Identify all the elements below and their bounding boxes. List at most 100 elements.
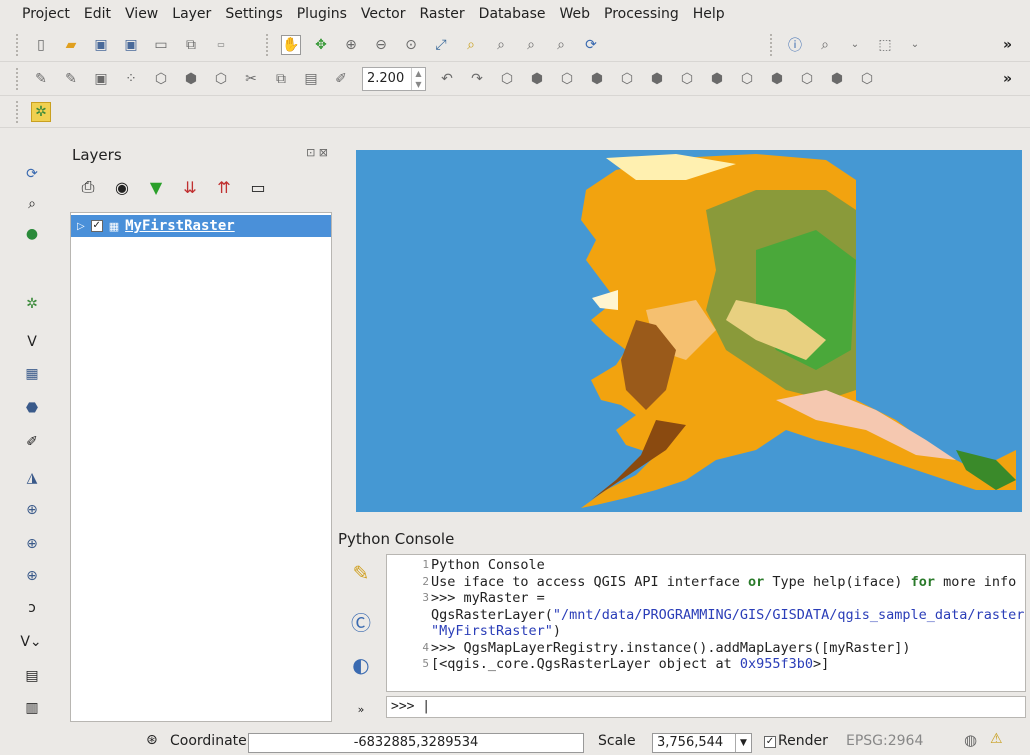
map-canvas[interactable] — [356, 150, 1022, 512]
edit-tool-icon[interactable]: ⬡ — [677, 69, 697, 89]
edit-tool-icon[interactable]: ⬡ — [797, 69, 817, 89]
add-vector-layer-icon[interactable]: V — [22, 332, 42, 352]
zoom-last-icon[interactable]: ⌕ — [521, 35, 541, 55]
bug-plugin-icon[interactable]: ✲ — [31, 101, 51, 122]
console-output[interactable]: 1 Python Console 2 Use iface to access QGI… — [386, 554, 1026, 692]
deselect-icon[interactable]: ⬚ — [875, 35, 895, 55]
current-edits-icon[interactable]: ✎ — [31, 69, 51, 89]
menu-view[interactable]: View — [125, 6, 158, 22]
open-project-icon[interactable]: ▰ — [61, 35, 81, 55]
add-delimited-text-icon[interactable]: ↄ — [22, 598, 42, 618]
zoom-full-icon[interactable]: ⤢ — [431, 35, 451, 55]
menu-help[interactable]: Help — [693, 6, 725, 22]
expand-arrow-icon[interactable]: ▷ — [77, 221, 85, 232]
layer-name[interactable]: MyFirstRaster — [125, 218, 235, 234]
pan-to-selection-icon[interactable]: ✥ — [311, 35, 331, 55]
panel-float-close-icon[interactable]: ⊡ ⊠ — [306, 146, 328, 159]
add-spatialite-layer-icon[interactable]: ✐ — [22, 432, 42, 452]
zoom-icon[interactable]: ⌕ — [22, 194, 42, 214]
expand-chevron-icon[interactable]: » — [348, 696, 374, 722]
crs-status[interactable]: EPSG:2964 — [846, 733, 923, 749]
new-project-icon[interactable]: ▯ — [31, 35, 51, 55]
menu-layer[interactable]: Layer — [172, 6, 211, 22]
visibility-eye-icon[interactable]: ◉ — [110, 176, 134, 198]
clear-console-icon[interactable]: ✎ — [348, 560, 374, 586]
crs-icon[interactable]: ◍ — [964, 731, 977, 749]
menu-project[interactable]: Project — [22, 6, 70, 22]
coordinate-toggle-icon[interactable]: ⊛ — [146, 732, 158, 748]
delete-selected-icon[interactable]: ⬡ — [211, 69, 231, 89]
bug-icon[interactable]: ✲ — [22, 294, 42, 314]
settings-icon[interactable]: Ⓒ — [348, 608, 374, 635]
zoom-out-icon[interactable]: ⊖ — [371, 35, 391, 55]
toolbar-grip[interactable] — [16, 100, 20, 123]
composer-manager-icon[interactable]: ⧉ — [181, 35, 201, 55]
messages-warning-icon[interactable]: ⚠ — [990, 731, 1003, 747]
zoom-next-icon[interactable]: ⌕ — [551, 35, 571, 55]
menu-raster[interactable]: Raster — [420, 6, 465, 22]
chevron-down-icon[interactable]: ▼ — [735, 734, 751, 752]
refresh-icon[interactable]: ⟳ — [581, 35, 601, 55]
save-project-icon[interactable]: ▣ — [91, 35, 111, 55]
zoom-to-selection-icon[interactable]: ⌕ — [461, 35, 481, 55]
move-feature-icon[interactable]: ⬡ — [151, 69, 171, 89]
edit-tool-icon[interactable]: ⬡ — [617, 69, 637, 89]
render-checkbox[interactable]: ✓ — [764, 736, 776, 748]
add-db-layer-icon[interactable]: ▥ — [22, 698, 42, 718]
console-input[interactable]: >>> | — [386, 696, 1026, 718]
select-features-icon[interactable]: ⌕ — [815, 35, 835, 55]
paste-features-icon[interactable]: ▤ — [301, 69, 321, 89]
edit-tool-icon[interactable]: ⬢ — [587, 69, 607, 89]
menu-processing[interactable]: Processing — [604, 6, 679, 22]
add-postgis-layer-icon[interactable]: ⬣ — [22, 398, 42, 418]
new-print-composer-icon[interactable]: ▭ — [151, 35, 171, 55]
coordinate-field[interactable]: -6832885,3289534 — [248, 733, 584, 753]
edit-tool-icon[interactable]: ⬡ — [557, 69, 577, 89]
label-icon[interactable]: ✐ — [331, 69, 351, 89]
layer-visibility-checkbox[interactable]: ✓ — [90, 220, 103, 232]
edit-tool-icon[interactable]: ⬢ — [767, 69, 787, 89]
zoom-in-icon[interactable]: ⊕ — [341, 35, 361, 55]
python-icon[interactable]: ◐ — [348, 652, 374, 678]
edit-tool-icon[interactable]: ⬢ — [707, 69, 727, 89]
identify-icon[interactable]: ⓘ — [785, 35, 805, 55]
new-layer-icon[interactable]: V⌄ — [16, 632, 46, 652]
menu-web[interactable]: Web — [559, 6, 590, 22]
filter-legend-icon[interactable]: ▼ — [144, 176, 168, 198]
more-tools-button[interactable]: » — [1003, 71, 1012, 87]
layer-row[interactable]: ▷ ✓ ▦ MyFirstRaster — [71, 215, 331, 237]
globe-icon[interactable]: ● — [22, 224, 42, 244]
edit-tool-icon[interactable]: ⬢ — [647, 69, 667, 89]
pan-icon[interactable]: ✋ — [281, 34, 301, 55]
more-tools-button[interactable]: » — [1003, 37, 1012, 53]
menu-edit[interactable]: Edit — [84, 6, 111, 22]
add-wcs-layer-icon[interactable]: ⊕ — [22, 534, 42, 554]
toolbar-grip[interactable] — [266, 33, 270, 56]
scale-combo[interactable]: 3,756,544 ▼ — [652, 733, 752, 753]
add-oracle-layer-icon[interactable]: ▤ — [22, 666, 42, 686]
add-wfs-layer-icon[interactable]: ⊕ — [22, 566, 42, 586]
edit-tool-icon[interactable]: ⬡ — [857, 69, 877, 89]
add-group-icon[interactable]: ⎙ — [76, 176, 100, 198]
expand-all-icon[interactable]: ⇊ — [178, 176, 202, 198]
cut-features-icon[interactable]: ✂ — [241, 69, 261, 89]
toolbar-grip[interactable] — [770, 33, 774, 56]
dropdown-icon[interactable]: ⌄ — [905, 35, 925, 55]
collapse-all-icon[interactable]: ⇈ — [212, 176, 236, 198]
menu-settings[interactable]: Settings — [225, 6, 282, 22]
edit-tool-icon[interactable]: ⬢ — [527, 69, 547, 89]
menu-vector[interactable]: Vector — [361, 6, 406, 22]
spin-arrows-icon[interactable]: ▲ ▼ — [411, 67, 425, 90]
menu-plugins[interactable]: Plugins — [297, 6, 347, 22]
zoom-to-layer-icon[interactable]: ⌕ — [491, 35, 511, 55]
label-size-spinbox[interactable]: 2.200 ▲ ▼ — [362, 66, 426, 91]
toolbar-grip[interactable] — [16, 33, 20, 56]
csw-icon[interactable]: ▭ — [211, 35, 231, 55]
save-edits-icon[interactable]: ▣ — [91, 69, 111, 89]
add-wms-layer-icon[interactable]: ⊕ — [22, 500, 42, 520]
save-as-icon[interactable]: ▣ — [121, 35, 141, 55]
node-tool-icon[interactable]: ⬢ — [181, 69, 201, 89]
toggle-editing-icon[interactable]: ✎ — [61, 69, 81, 89]
remove-layer-icon[interactable]: ▭ — [246, 176, 270, 198]
add-feature-icon[interactable]: ⁘ — [121, 69, 141, 89]
